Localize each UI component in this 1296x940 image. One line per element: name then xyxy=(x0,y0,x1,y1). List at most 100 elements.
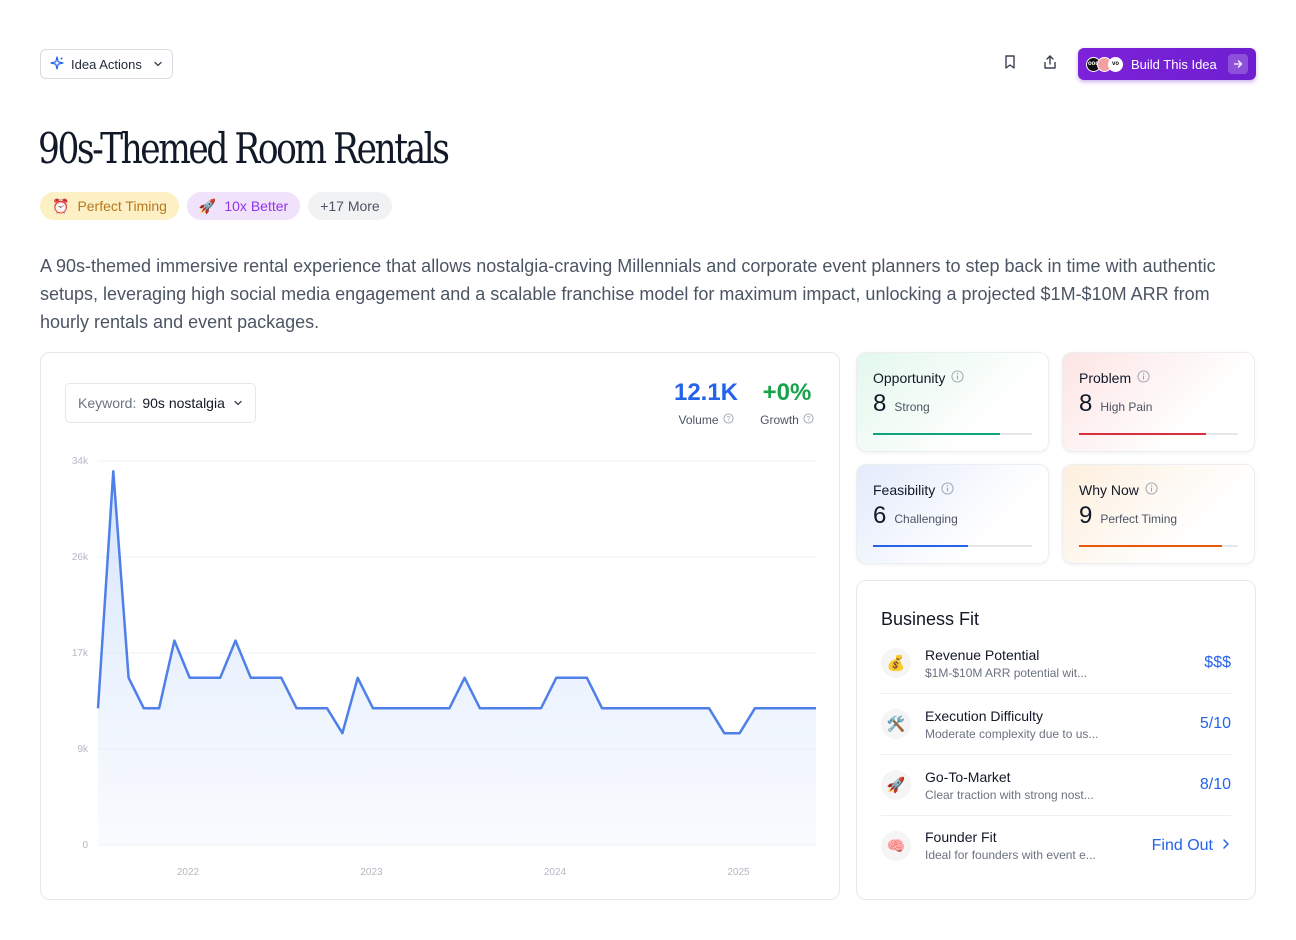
data-point[interactable] xyxy=(370,705,376,711)
tag-list: ⏰ Perfect Timing 🚀 10x Better +17 More xyxy=(40,192,392,220)
opportunity-score-card[interactable]: Opportunity 8 Strong xyxy=(856,352,1049,452)
data-point[interactable] xyxy=(278,675,284,681)
idea-actions-dropdown[interactable]: Idea Actions xyxy=(40,49,173,79)
data-point[interactable] xyxy=(630,705,636,711)
tag-perfect-timing[interactable]: ⏰ Perfect Timing xyxy=(40,192,179,220)
why-now-score-card[interactable]: Why Now 9 Perfect Timing xyxy=(1062,464,1255,564)
founder-fit-row[interactable]: 🧠 Founder Fit Ideal for founders with ev… xyxy=(881,815,1231,876)
trend-chart-card: Keyword: 90s nostalgia 12.1K Volume ? +0… xyxy=(40,352,840,900)
tag-10x-better[interactable]: 🚀 10x Better xyxy=(186,192,301,220)
sparkle-icon xyxy=(50,55,64,73)
score-bar-fill xyxy=(873,545,969,547)
data-point[interactable] xyxy=(416,705,422,711)
find-out-link[interactable]: Find Out xyxy=(1152,837,1231,855)
data-point[interactable] xyxy=(660,705,666,711)
info-icon[interactable] xyxy=(951,370,964,386)
business-fit-desc: Clear traction with strong nost... xyxy=(925,787,1094,802)
execution-difficulty-row[interactable]: 🛠️ Execution Difficulty Moderate complex… xyxy=(881,694,1231,755)
data-point[interactable] xyxy=(798,705,804,711)
data-point[interactable] xyxy=(187,675,193,681)
business-fit-name: Go-To-Market xyxy=(925,768,1011,785)
data-point[interactable] xyxy=(141,705,147,711)
data-point[interactable] xyxy=(538,705,544,711)
info-icon[interactable] xyxy=(1137,370,1150,386)
data-point[interactable] xyxy=(569,675,575,681)
data-point[interactable] xyxy=(492,705,498,711)
data-point[interactable] xyxy=(752,705,758,711)
data-point[interactable] xyxy=(233,638,239,644)
series-area xyxy=(98,471,816,845)
x-tick-label: 2023 xyxy=(360,867,383,878)
build-this-idea-button[interactable]: ooo vo Build This Idea xyxy=(1078,48,1256,80)
arrow-right-icon xyxy=(1228,54,1248,74)
data-point[interactable] xyxy=(339,730,345,736)
bookmark-icon xyxy=(1002,54,1018,75)
top-actions: ooo vo Build This Idea xyxy=(994,48,1256,80)
alarm-clock-icon: ⏰ xyxy=(52,197,70,214)
data-point[interactable] xyxy=(691,705,697,711)
data-point[interactable] xyxy=(584,675,590,681)
score-label: Why Now xyxy=(1079,482,1139,498)
data-point[interactable] xyxy=(553,675,559,681)
feasibility-score-card[interactable]: Feasibility 6 Challenging xyxy=(856,464,1049,564)
y-tick-label: 17k xyxy=(72,648,89,659)
data-point[interactable] xyxy=(217,675,223,681)
data-point[interactable] xyxy=(446,705,452,711)
x-tick-label: 2025 xyxy=(727,867,750,878)
data-point[interactable] xyxy=(294,705,300,711)
y-tick-label: 34k xyxy=(72,456,89,467)
chevron-right-icon xyxy=(1221,837,1231,855)
data-point[interactable] xyxy=(523,705,529,711)
info-icon[interactable] xyxy=(1145,482,1158,498)
data-point[interactable] xyxy=(263,675,269,681)
data-point[interactable] xyxy=(355,675,361,681)
score-bar xyxy=(873,545,1032,547)
data-point[interactable] xyxy=(477,705,483,711)
score-bar xyxy=(1079,433,1238,435)
go-to-market-row[interactable]: 🚀 Go-To-Market Clear traction with stron… xyxy=(881,755,1231,816)
info-icon[interactable] xyxy=(941,482,954,498)
data-point[interactable] xyxy=(385,705,391,711)
data-point[interactable] xyxy=(248,675,254,681)
data-point[interactable] xyxy=(599,705,605,711)
business-fit-name: Founder Fit xyxy=(925,829,997,845)
data-point[interactable] xyxy=(156,705,162,711)
revenue-potential-row[interactable]: 💰 Revenue Potential $1M-$10M ARR potenti… xyxy=(881,633,1231,694)
score-bar-fill xyxy=(1079,545,1223,547)
data-point[interactable] xyxy=(767,705,773,711)
data-point[interactable] xyxy=(309,705,315,711)
top-toolbar: Idea Actions ooo vo Build This Idea xyxy=(40,48,1256,80)
data-point[interactable] xyxy=(721,730,727,736)
data-point[interactable] xyxy=(110,468,116,474)
idea-actions-label: Idea Actions xyxy=(71,56,142,72)
data-point[interactable] xyxy=(614,705,620,711)
data-point[interactable] xyxy=(431,705,437,711)
bookmark-button[interactable] xyxy=(994,48,1026,80)
more-tags-button[interactable]: +17 More xyxy=(308,192,392,220)
data-point[interactable] xyxy=(462,675,468,681)
problem-score-card[interactable]: Problem 8 High Pain xyxy=(1062,352,1255,452)
data-point[interactable] xyxy=(126,675,132,681)
y-tick-label: 9k xyxy=(77,744,89,755)
y-tick-label: 26k xyxy=(72,552,89,563)
score-value: 6 xyxy=(873,502,887,529)
data-point[interactable] xyxy=(324,705,330,711)
score-value: 8 xyxy=(1079,390,1093,417)
data-point[interactable] xyxy=(782,705,788,711)
data-point[interactable] xyxy=(202,675,208,681)
data-point[interactable] xyxy=(95,705,101,711)
business-fit-desc: Moderate complexity due to us... xyxy=(925,726,1099,741)
business-fit-desc: Ideal for founders with event e... xyxy=(925,848,1096,862)
data-point[interactable] xyxy=(676,705,682,711)
data-point[interactable] xyxy=(401,705,407,711)
data-point[interactable] xyxy=(508,705,514,711)
data-point[interactable] xyxy=(171,638,177,644)
y-tick-label: 0 xyxy=(82,840,88,851)
share-button[interactable] xyxy=(1034,48,1066,80)
data-point[interactable] xyxy=(813,705,819,711)
data-point[interactable] xyxy=(645,705,651,711)
data-point[interactable] xyxy=(706,705,712,711)
data-point[interactable] xyxy=(737,730,743,736)
money-bag-icon: 💰 xyxy=(881,648,911,678)
page-title: 90s-Themed Room Rentals xyxy=(38,124,450,173)
